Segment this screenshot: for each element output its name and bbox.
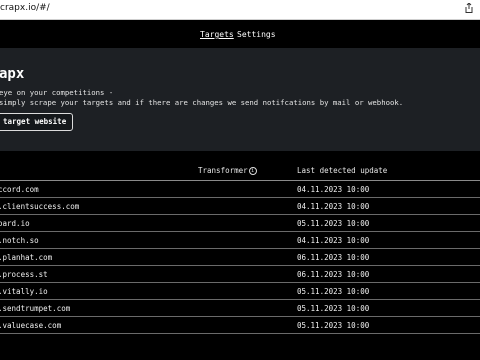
column-transformer-label: Transformer xyxy=(198,166,248,175)
browser-toolbar: crapx.io/#/ xyxy=(0,0,480,20)
table-row[interactable]: .valuecase.com 05.11.2023 10:00 xyxy=(0,317,480,334)
table-header: Transformer i Last detected update xyxy=(0,151,480,181)
table-row[interactable]: ccord.com 04.11.2023 10:00 xyxy=(0,181,480,198)
table-row[interactable]: .sendtrumpet.com 05.11.2023 10:00 xyxy=(0,300,480,317)
target-url[interactable]: ccord.com xyxy=(0,185,39,194)
nav-settings[interactable]: Settings xyxy=(237,30,276,39)
target-url[interactable]: .notch.so xyxy=(0,236,39,245)
target-url[interactable]: .process.st xyxy=(0,270,48,279)
column-transformer: Transformer i xyxy=(198,166,257,175)
last-update: 04.11.2023 10:00 xyxy=(297,202,370,211)
info-icon[interactable]: i xyxy=(248,167,257,175)
table-row[interactable]: .clientsuccess.com 04.11.2023 10:00 xyxy=(0,198,480,215)
last-update: 06.11.2023 10:00 xyxy=(297,253,370,262)
last-update: 04.11.2023 10:00 xyxy=(297,236,370,245)
column-last-update: Last detected update xyxy=(297,166,388,175)
nav-targets[interactable]: Targets xyxy=(200,30,234,39)
target-url[interactable]: .sendtrumpet.com xyxy=(0,304,70,313)
table-row[interactable]: oard.io 05.11.2023 10:00 xyxy=(0,215,480,232)
target-url[interactable]: oard.io xyxy=(0,219,30,228)
table-row[interactable]: .process.st 06.11.2023 10:00 xyxy=(0,266,480,283)
address-bar[interactable]: crapx.io/#/ xyxy=(0,3,50,13)
table-row[interactable]: .planhat.com 06.11.2023 10:00 xyxy=(0,249,480,266)
last-update: 05.11.2023 10:00 xyxy=(297,304,370,313)
last-update: 04.11.2023 10:00 xyxy=(297,185,370,194)
targets-table: Transformer i Last detected update ccord.… xyxy=(0,151,480,334)
hero-description: simply scrape your targets and if there … xyxy=(0,98,404,107)
add-target-button[interactable]: target website xyxy=(0,113,74,131)
table-row[interactable]: .notch.so 04.11.2023 10:00 xyxy=(0,232,480,249)
top-nav: Targets Settings xyxy=(0,20,480,48)
target-url[interactable]: .vitally.io xyxy=(0,287,48,296)
hero-title: apx xyxy=(0,66,25,82)
target-url[interactable]: .planhat.com xyxy=(0,253,52,262)
hero-tagline: eye on your competitions - xyxy=(0,88,114,97)
last-update: 05.11.2023 10:00 xyxy=(297,287,370,296)
last-update: 05.11.2023 10:00 xyxy=(297,321,370,330)
share-icon[interactable] xyxy=(465,3,473,13)
target-url[interactable]: .valuecase.com xyxy=(0,321,61,330)
target-url[interactable]: .clientsuccess.com xyxy=(0,202,79,211)
last-update: 05.11.2023 10:00 xyxy=(297,219,370,228)
hero-section: apx eye on your competitions - simply sc… xyxy=(0,48,480,151)
last-update: 06.11.2023 10:00 xyxy=(297,270,370,279)
table-row[interactable]: .vitally.io 05.11.2023 10:00 xyxy=(0,283,480,300)
